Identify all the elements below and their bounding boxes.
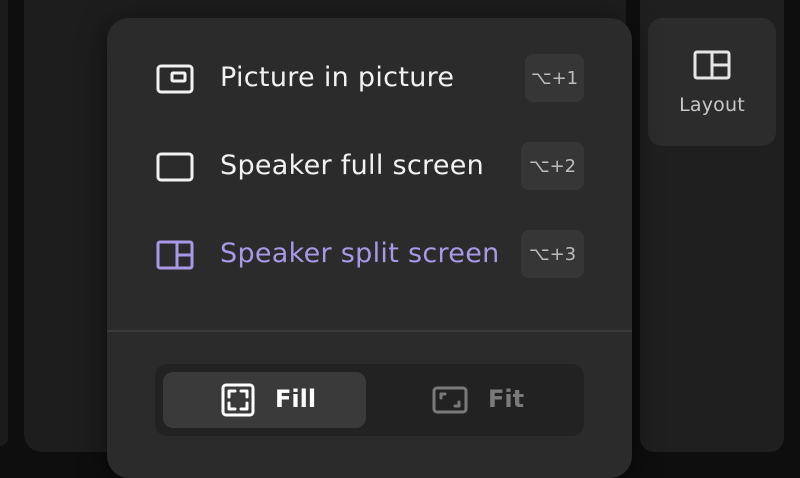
menu-item-label: Speaker split screen	[220, 238, 500, 269]
full-screen-icon	[156, 152, 194, 182]
fit-button[interactable]: Fit	[374, 372, 576, 428]
layout-button[interactable]: Layout	[648, 18, 776, 146]
menu-item-label: Picture in picture	[220, 62, 455, 93]
menu-item-picture-in-picture[interactable]: Picture in picture ⌥+1	[107, 48, 632, 108]
layout-split-icon	[693, 50, 731, 80]
menu-item-speaker-full-screen[interactable]: Speaker full screen ⌥+2	[107, 136, 632, 196]
shortcut-badge: ⌥+1	[525, 54, 584, 102]
fill-icon	[221, 383, 255, 417]
split-screen-icon	[156, 240, 194, 270]
fill-button-label: Fill	[275, 385, 317, 413]
scale-mode-toggle: Fill Fit	[155, 364, 584, 436]
layout-button-label: Layout	[679, 94, 745, 116]
fit-icon	[432, 386, 468, 414]
shortcut-badge: ⌥+2	[521, 142, 584, 190]
layout-menu-popover: Picture in picture ⌥+1 Speaker full scre…	[107, 18, 632, 478]
picture-in-picture-icon	[156, 64, 194, 94]
shortcut-badge: ⌥+3	[521, 230, 584, 278]
menu-item-speaker-split-screen[interactable]: Speaker split screen ⌥+3	[107, 224, 632, 284]
menu-divider	[107, 330, 632, 332]
background-panel-left	[0, 0, 8, 446]
fill-button[interactable]: Fill	[163, 372, 366, 428]
menu-item-label: Speaker full screen	[220, 150, 485, 181]
fit-button-label: Fit	[488, 385, 525, 413]
